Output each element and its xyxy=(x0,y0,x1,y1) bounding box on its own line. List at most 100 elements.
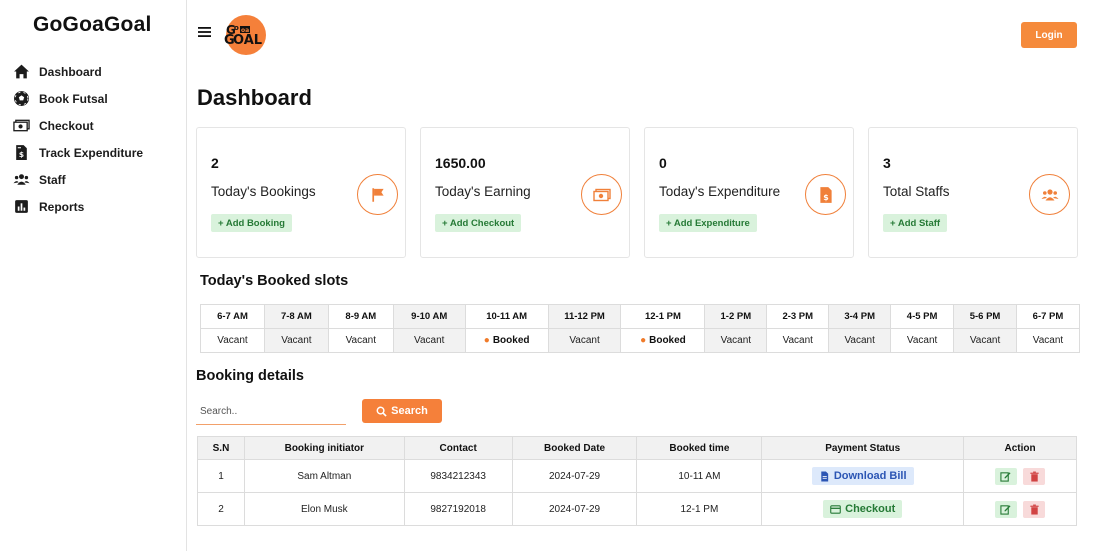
download-bill-button[interactable]: Download Bill xyxy=(811,467,914,485)
slot-time: 12-1 PM xyxy=(620,304,706,329)
slot-status[interactable]: Vacant xyxy=(327,328,394,353)
sidebar-item-label: Staff xyxy=(39,172,66,187)
search-button-label: Search xyxy=(391,405,428,417)
row-contact: 9834212343 xyxy=(403,459,513,493)
slot-time: 6-7 PM xyxy=(1015,304,1081,329)
row-payment-status: Checkout xyxy=(761,492,965,526)
slot-status-booked[interactable]: ● Booked xyxy=(620,328,706,353)
slot-time: 9-10 AM xyxy=(392,304,466,329)
add-booking-button[interactable]: + Add Booking xyxy=(211,214,292,232)
slot-time: 10-11 AM xyxy=(464,304,549,329)
slot-time: 1-2 PM xyxy=(704,304,768,329)
users-icon xyxy=(1029,174,1070,215)
fire-icon: ● xyxy=(483,335,490,346)
file-invoice-icon: $ xyxy=(805,174,846,215)
edit-button[interactable] xyxy=(994,467,1017,485)
stat-label: Today's Bookings xyxy=(211,184,316,199)
slot-time: 6-7 AM xyxy=(200,304,265,329)
sidebar-item-dashboard[interactable]: Dashboard xyxy=(13,58,143,85)
sidebar-item-reports[interactable]: Reports xyxy=(13,193,143,220)
edit-icon xyxy=(1000,471,1011,482)
slot-status[interactable]: Vacant xyxy=(890,328,955,353)
delete-button[interactable] xyxy=(1023,467,1046,485)
slots-title: Today's Booked slots xyxy=(200,273,349,289)
row-sn: 2 xyxy=(197,492,245,526)
stat-card-bookings: 2 Today's Bookings + Add Booking xyxy=(196,127,406,258)
column-header: Action xyxy=(963,436,1077,460)
svg-text:$: $ xyxy=(19,150,24,159)
svg-text:OAL: OAL xyxy=(233,33,262,48)
slot-time: 5-6 PM xyxy=(953,304,1017,329)
chart-icon xyxy=(15,200,28,213)
booking-details-title: Booking details xyxy=(196,368,304,384)
trash-icon xyxy=(1030,504,1039,515)
column-header: Payment Status xyxy=(761,436,965,460)
slot-status-label: Booked xyxy=(649,335,686,346)
slot-status[interactable]: Vacant xyxy=(547,328,622,353)
slot-status[interactable]: Vacant xyxy=(392,328,466,353)
row-actions xyxy=(963,492,1077,526)
sidebar: GoGoaGoal Dashboard Book Futsal Checkout… xyxy=(0,0,187,551)
slot-status[interactable]: Vacant xyxy=(953,328,1017,353)
stat-value: 0 xyxy=(659,155,667,171)
add-checkout-button[interactable]: + Add Checkout xyxy=(435,214,522,232)
add-staff-button[interactable]: + Add Staff xyxy=(883,214,948,232)
login-button[interactable]: Login xyxy=(1021,22,1077,48)
slot-time: 3-4 PM xyxy=(828,304,892,329)
file-icon xyxy=(821,470,828,482)
file-invoice-icon: $ xyxy=(16,145,27,160)
search-button[interactable]: Search xyxy=(362,399,442,423)
checkout-button[interactable]: Checkout xyxy=(823,500,903,518)
sidebar-item-track-expenditure[interactable]: $ Track Expenditure xyxy=(13,139,143,166)
stat-card-earning: 1650.00 Today's Earning + Add Checkout xyxy=(420,127,630,258)
add-expenditure-button[interactable]: + Add Expenditure xyxy=(659,214,757,232)
sidebar-item-label: Track Expenditure xyxy=(39,145,144,160)
row-time: 10-11 AM xyxy=(636,459,763,493)
slot-time: 2-3 PM xyxy=(766,304,830,329)
home-icon xyxy=(14,64,29,79)
slot-status-booked[interactable]: ● Booked xyxy=(464,328,549,353)
money-bill-icon xyxy=(581,174,622,215)
download-bill-label: Download Bill xyxy=(833,470,907,482)
slot-time: 4-5 PM xyxy=(890,304,955,329)
search-input[interactable] xyxy=(196,399,346,425)
sidebar-item-book-futsal[interactable]: Book Futsal xyxy=(13,85,143,112)
sidebar-nav: Dashboard Book Futsal Checkout $ Track E… xyxy=(13,58,143,220)
search-icon xyxy=(376,406,387,417)
hamburger-menu-icon[interactable] xyxy=(198,25,212,39)
row-contact: 9827192018 xyxy=(403,492,513,526)
slots-time-row: 6-7 AM 7-8 AM 8-9 AM 9-10 AM 10-11 AM 11… xyxy=(200,304,1081,329)
checkout-label: Checkout xyxy=(845,503,896,515)
row-date: 2024-07-29 xyxy=(511,459,638,493)
svg-text:o: o xyxy=(234,24,239,32)
slot-status[interactable]: Vacant xyxy=(766,328,830,353)
row-actions xyxy=(963,459,1077,493)
stat-value: 3 xyxy=(883,155,891,171)
slot-status[interactable]: Vacant xyxy=(1015,328,1081,353)
slot-time: 8-9 AM xyxy=(327,304,394,329)
slot-time: 11-12 PM xyxy=(547,304,622,329)
svg-text:oa: oa xyxy=(241,27,249,34)
column-header: Booked time xyxy=(636,436,763,460)
row-initiator: Elon Musk xyxy=(243,492,405,526)
delete-button[interactable] xyxy=(1023,500,1046,518)
stat-label: Today's Expenditure xyxy=(659,184,781,199)
column-header: Contact xyxy=(403,436,513,460)
sidebar-item-checkout[interactable]: Checkout xyxy=(13,112,143,139)
sidebar-item-staff[interactable]: Staff xyxy=(13,166,143,193)
stat-label: Today's Earning xyxy=(435,184,531,199)
fire-icon: ● xyxy=(640,335,647,346)
slot-time: 7-8 AM xyxy=(263,304,329,329)
brand-name: GoGoaGoal xyxy=(33,13,152,36)
stat-value: 2 xyxy=(211,155,219,171)
slot-status[interactable]: Vacant xyxy=(263,328,329,353)
slot-status[interactable]: Vacant xyxy=(200,328,265,353)
edit-button[interactable] xyxy=(994,500,1017,518)
edit-icon xyxy=(1000,504,1011,515)
sidebar-item-label: Book Futsal xyxy=(39,91,108,106)
slot-status[interactable]: Vacant xyxy=(704,328,768,353)
table-row: 1 Sam Altman 9834212343 2024-07-29 10-11… xyxy=(197,459,1077,493)
brand-logo: G o G OAL oa xyxy=(224,15,266,55)
booking-table: S.N Booking initiator Contact Booked Dat… xyxy=(197,436,1077,526)
slot-status[interactable]: Vacant xyxy=(828,328,892,353)
